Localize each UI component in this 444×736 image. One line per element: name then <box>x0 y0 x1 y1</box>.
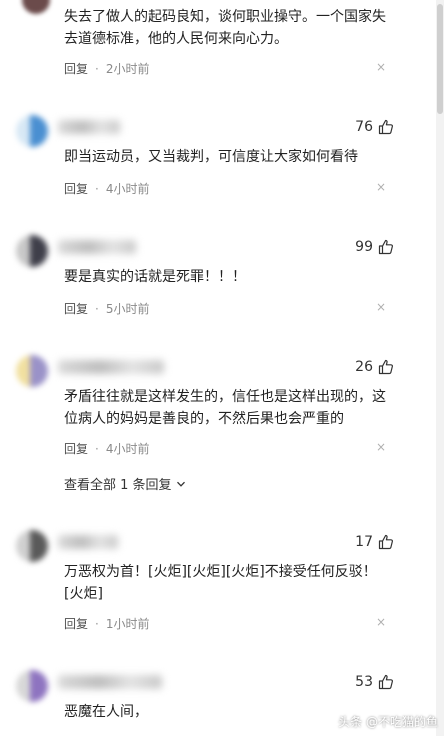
comment-text: 失去了做人的起码良知，谈何职业操守。一个国家失去道德标准，他的人民何来向心力。 <box>64 9 386 47</box>
separator-dot: · <box>95 301 99 316</box>
username[interactable] <box>58 535 118 549</box>
avatar-part <box>16 670 30 702</box>
watermark: 头条 @不吃猫的鱼 <box>338 715 438 729</box>
avatar-part <box>16 115 30 147</box>
avatar[interactable] <box>22 0 50 14</box>
reply-button[interactable]: 回复 <box>64 180 88 197</box>
separator-dot: · <box>95 441 99 456</box>
avatar-part <box>30 670 48 702</box>
avatar[interactable] <box>16 115 48 147</box>
like-button[interactable]: 17 <box>355 534 394 550</box>
like-button[interactable]: 99 <box>355 239 394 255</box>
close-icon[interactable]: × <box>376 180 386 194</box>
comment-text: 矛盾往往就是这样发生的，信任也是这样出现的，这位病人的妈妈是善良的，不然后果也会… <box>64 389 386 427</box>
comment-meta: 回复 · 5小时前 <box>64 300 149 317</box>
comment-text: 万恶权为首！[火炬][火炬][火炬]不接受任何反驳！[火炬] <box>64 564 377 602</box>
comment-meta: 回复 · 1小时前 <box>64 615 149 632</box>
timestamp: 2小时前 <box>105 62 150 76</box>
timestamp: 4小时前 <box>105 442 150 456</box>
like-count: 26 <box>355 359 373 375</box>
avatar-part <box>16 530 30 562</box>
reply-button[interactable]: 回复 <box>64 300 88 317</box>
reply-button[interactable]: 回复 <box>64 60 88 77</box>
thumbs-up-icon <box>378 674 393 690</box>
separator-dot: · <box>95 181 99 196</box>
avatar[interactable] <box>16 530 48 562</box>
username[interactable] <box>58 675 162 689</box>
separator-dot: · <box>95 61 99 76</box>
avatar-part <box>30 355 48 387</box>
close-icon[interactable]: × <box>376 60 386 74</box>
separator-dot: · <box>95 616 99 631</box>
avatar-part <box>16 355 30 387</box>
avatar-part <box>30 235 48 267</box>
avatar-part <box>30 115 48 147</box>
avatar[interactable] <box>16 235 48 267</box>
comment-meta: 回复 · 4小时前 <box>64 180 149 197</box>
avatar-part <box>16 235 30 267</box>
thumbs-up-icon <box>378 359 393 375</box>
comment-item: 失去了做人的起码良知，谈何职业操守。一个国家失去道德标准，他的人民何来向心力。 … <box>0 0 436 92</box>
timestamp: 4小时前 <box>105 182 150 196</box>
like-count: 53 <box>355 674 373 690</box>
timestamp: 1小时前 <box>105 617 150 631</box>
avatar[interactable] <box>16 670 48 702</box>
avatar-part <box>30 530 48 562</box>
comment-item: 17 万恶权为首！[火炬][火炬][火炬]不接受任何反驳！[火炬] 回复 · 1… <box>0 525 436 645</box>
comment-text: 要是真实的话就是死罪！！！ <box>64 269 246 285</box>
comment-item: 26 矛盾往往就是这样发生的，信任也是这样出现的，这位病人的妈妈是善良的，不然后… <box>0 350 436 505</box>
comment-item: 76 即当运动员，又当裁判，可信度让大家如何看待 回复 · 4小时前 × <box>0 110 436 210</box>
thumbs-up-icon <box>378 534 393 550</box>
timestamp: 5小时前 <box>105 302 150 316</box>
like-button[interactable]: 26 <box>355 359 394 375</box>
scrollbar-track[interactable] <box>436 0 444 736</box>
comment-text: 即当运动员，又当裁判，可信度让大家如何看待 <box>64 149 358 165</box>
thumbs-up-icon <box>378 119 393 135</box>
comment-meta: 回复 · 2小时前 <box>64 60 149 77</box>
username[interactable] <box>58 120 120 134</box>
reply-button[interactable]: 回复 <box>64 440 88 457</box>
comment-item: 99 要是真实的话就是死罪！！！ 回复 · 5小时前 × <box>0 230 436 330</box>
close-icon[interactable]: × <box>376 300 386 314</box>
avatar[interactable] <box>16 355 48 387</box>
like-count: 99 <box>355 239 373 255</box>
like-button[interactable]: 76 <box>355 119 394 135</box>
comment-meta: 回复 · 4小时前 <box>64 440 149 457</box>
close-icon[interactable]: × <box>376 615 386 629</box>
view-all-replies-link[interactable]: 查看全部 1 条回复 <box>64 474 186 493</box>
scrollbar-thumb[interactable] <box>437 4 443 114</box>
like-count: 76 <box>355 119 373 135</box>
username[interactable] <box>58 360 164 374</box>
thumbs-up-icon <box>378 239 393 255</box>
like-count: 17 <box>355 534 373 550</box>
like-button[interactable]: 53 <box>355 674 394 690</box>
username[interactable] <box>58 240 136 254</box>
view-replies-label: 查看全部 1 条回复 <box>64 478 172 493</box>
close-icon[interactable]: × <box>376 440 386 454</box>
chevron-down-icon <box>176 481 185 487</box>
reply-button[interactable]: 回复 <box>64 615 88 632</box>
